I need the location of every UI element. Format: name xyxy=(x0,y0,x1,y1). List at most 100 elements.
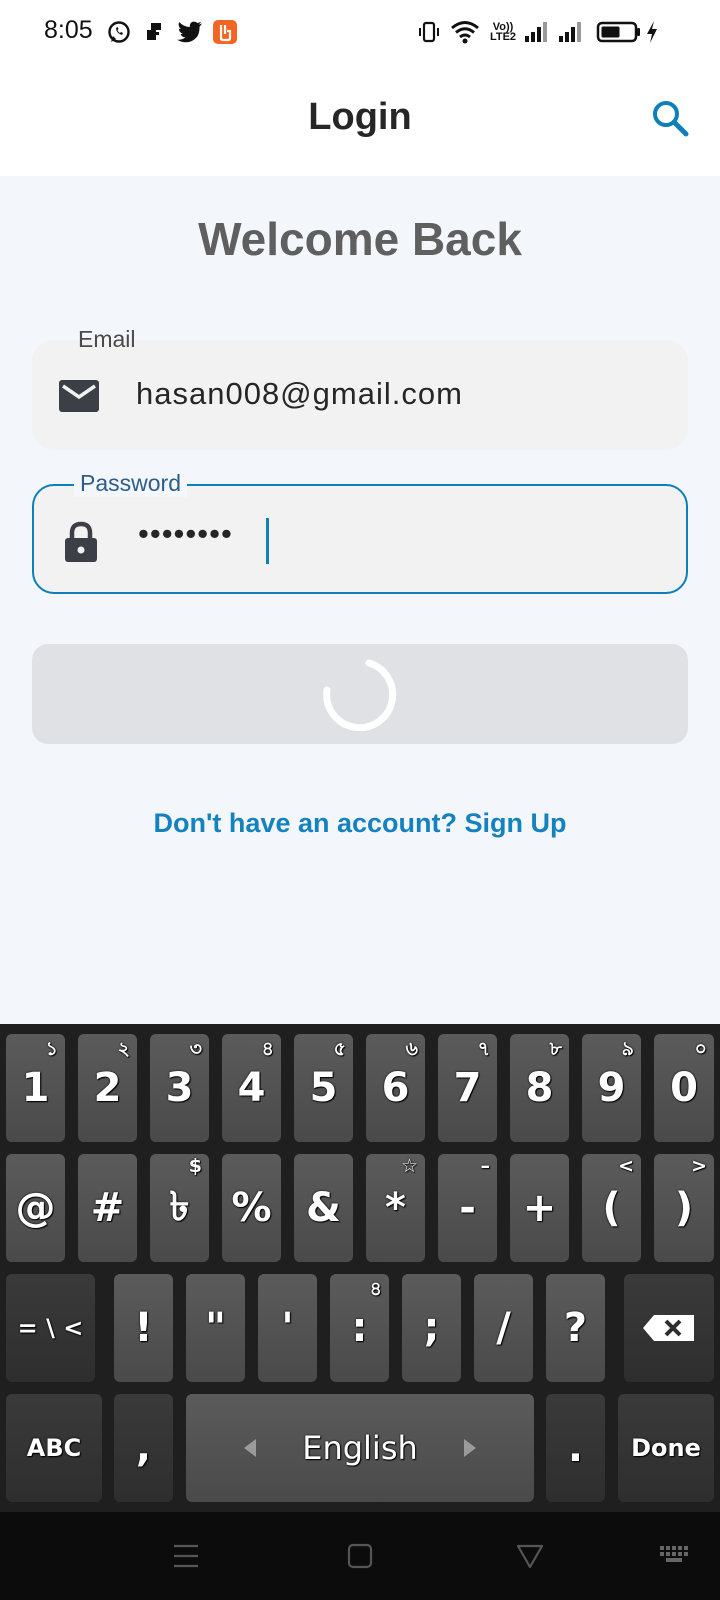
key-label: 1 xyxy=(21,1065,50,1111)
key-abc[interactable]: ABC xyxy=(6,1394,102,1502)
key-plus[interactable]: + xyxy=(510,1154,569,1262)
key-backspace[interactable] xyxy=(624,1274,714,1382)
arrow-left-icon xyxy=(244,1439,256,1457)
key-label: 7 xyxy=(453,1065,482,1111)
back-button[interactable] xyxy=(506,1534,554,1578)
key-hint: ☆ xyxy=(400,1155,418,1177)
key-double-quote[interactable]: " xyxy=(186,1274,245,1382)
key-2[interactable]: 2২ xyxy=(78,1034,137,1142)
key-7[interactable]: 7৭ xyxy=(438,1034,497,1142)
key-hint: $ xyxy=(188,1155,202,1177)
key-0[interactable]: 0০ xyxy=(654,1034,714,1142)
key-hint: ০ xyxy=(694,1038,707,1060)
key-question[interactable]: ? xyxy=(546,1274,605,1382)
signup-link[interactable]: Don't have an account? Sign Up xyxy=(0,808,720,839)
key-colon[interactable]: :৪ xyxy=(330,1274,389,1382)
key-close-paren[interactable]: ) > xyxy=(654,1154,714,1262)
key-3[interactable]: 3৩ xyxy=(150,1034,209,1142)
key-hint: ৪ xyxy=(261,1038,274,1060)
home-icon xyxy=(347,1543,373,1569)
key-ampersand[interactable]: & xyxy=(294,1154,353,1262)
keyboard-icon xyxy=(660,1546,688,1562)
backspace-icon xyxy=(643,1315,694,1341)
key-period[interactable]: . xyxy=(546,1394,605,1502)
key-hint: ৩ xyxy=(189,1038,202,1060)
key-label: 2 xyxy=(93,1065,122,1111)
key-label: + xyxy=(522,1185,557,1231)
arrow-right-icon xyxy=(464,1439,476,1457)
key-label: % xyxy=(231,1185,272,1231)
key-hint: ৫ xyxy=(333,1038,346,1060)
key-label: ( xyxy=(602,1185,621,1231)
email-value: hasan008@gmail.com xyxy=(136,376,463,411)
key-9[interactable]: 9৯ xyxy=(582,1034,641,1142)
welcome-heading: Welcome Back xyxy=(198,213,522,265)
wifi-icon xyxy=(449,18,481,46)
key-label: Done xyxy=(631,1434,701,1462)
search-button[interactable] xyxy=(646,94,694,142)
key-8[interactable]: 8৮ xyxy=(510,1034,569,1142)
app-orange-icon xyxy=(212,18,238,46)
key-label: ' xyxy=(281,1305,294,1351)
key-1[interactable]: 1১ xyxy=(6,1034,65,1142)
app-notification-icon xyxy=(142,18,166,46)
key-label: = \ < xyxy=(17,1314,84,1342)
password-value: •••••••• xyxy=(138,516,233,551)
menu-button[interactable] xyxy=(162,1534,210,1578)
key-label: & xyxy=(306,1185,341,1231)
key-label: / xyxy=(496,1305,511,1351)
key-space[interactable]: English xyxy=(186,1394,534,1502)
key-label: ! xyxy=(134,1305,153,1351)
status-time: 8:05 xyxy=(44,16,93,44)
key-label: 5 xyxy=(309,1065,338,1111)
app-bar: Login xyxy=(0,64,720,176)
key-single-quote[interactable]: ' xyxy=(258,1274,317,1382)
key-label: - xyxy=(459,1185,476,1231)
loading-spinner xyxy=(323,659,397,732)
key-asterisk[interactable]: * ☆ xyxy=(366,1154,425,1262)
key-label: 4 xyxy=(237,1065,266,1111)
twitter-icon xyxy=(176,18,204,46)
email-field[interactable]: Email hasan008@gmail.com xyxy=(32,326,688,450)
key-open-paren[interactable]: (< xyxy=(582,1154,641,1262)
key-exclamation[interactable]: ! xyxy=(114,1274,173,1382)
key-label: 3 xyxy=(165,1065,194,1111)
key-label: 6 xyxy=(381,1065,410,1111)
key-hint: > xyxy=(691,1155,707,1177)
key-label: ৳ xyxy=(169,1183,190,1230)
key-label: 0 xyxy=(670,1065,698,1111)
key-4[interactable]: 4৪ xyxy=(222,1034,281,1142)
lock-icon xyxy=(60,521,102,563)
key-label: " xyxy=(205,1305,226,1351)
home-button[interactable] xyxy=(336,1534,384,1578)
key-6[interactable]: 6৬ xyxy=(366,1034,425,1142)
key-semicolon[interactable]: ; xyxy=(402,1274,461,1382)
key-label: , xyxy=(135,1425,152,1471)
key-label: ) xyxy=(674,1185,694,1231)
key-label: . xyxy=(567,1425,584,1471)
key-label: # xyxy=(90,1185,125,1231)
whatsapp-icon xyxy=(106,18,132,46)
volte-icon: Vo)) LTE2 xyxy=(488,18,518,46)
back-icon xyxy=(516,1544,544,1569)
key-label: @ xyxy=(15,1185,56,1231)
key-more-symbols[interactable]: = \ < xyxy=(6,1274,95,1382)
key-hint: < xyxy=(618,1155,634,1177)
key-minus[interactable]: - – xyxy=(438,1154,497,1262)
key-at[interactable]: @ xyxy=(6,1154,65,1262)
login-button[interactable] xyxy=(32,644,688,744)
key-5[interactable]: 5৫ xyxy=(294,1034,353,1142)
key-slash[interactable]: / xyxy=(474,1274,533,1382)
key-label: ; xyxy=(423,1305,440,1351)
keyboard-switch-button[interactable] xyxy=(652,1534,700,1578)
key-done[interactable]: Done xyxy=(618,1394,714,1502)
navigation-bar xyxy=(0,1512,720,1600)
key-hint: ২ xyxy=(117,1038,130,1060)
password-field[interactable]: Password •••••••• xyxy=(32,470,688,594)
key-comma[interactable]: , xyxy=(114,1394,173,1502)
email-label: Email xyxy=(78,326,136,352)
key-percent[interactable]: % xyxy=(222,1154,281,1262)
mail-icon xyxy=(58,375,100,417)
key-taka[interactable]: ৳ $ xyxy=(150,1154,209,1262)
key-hash[interactable]: # xyxy=(78,1154,137,1262)
